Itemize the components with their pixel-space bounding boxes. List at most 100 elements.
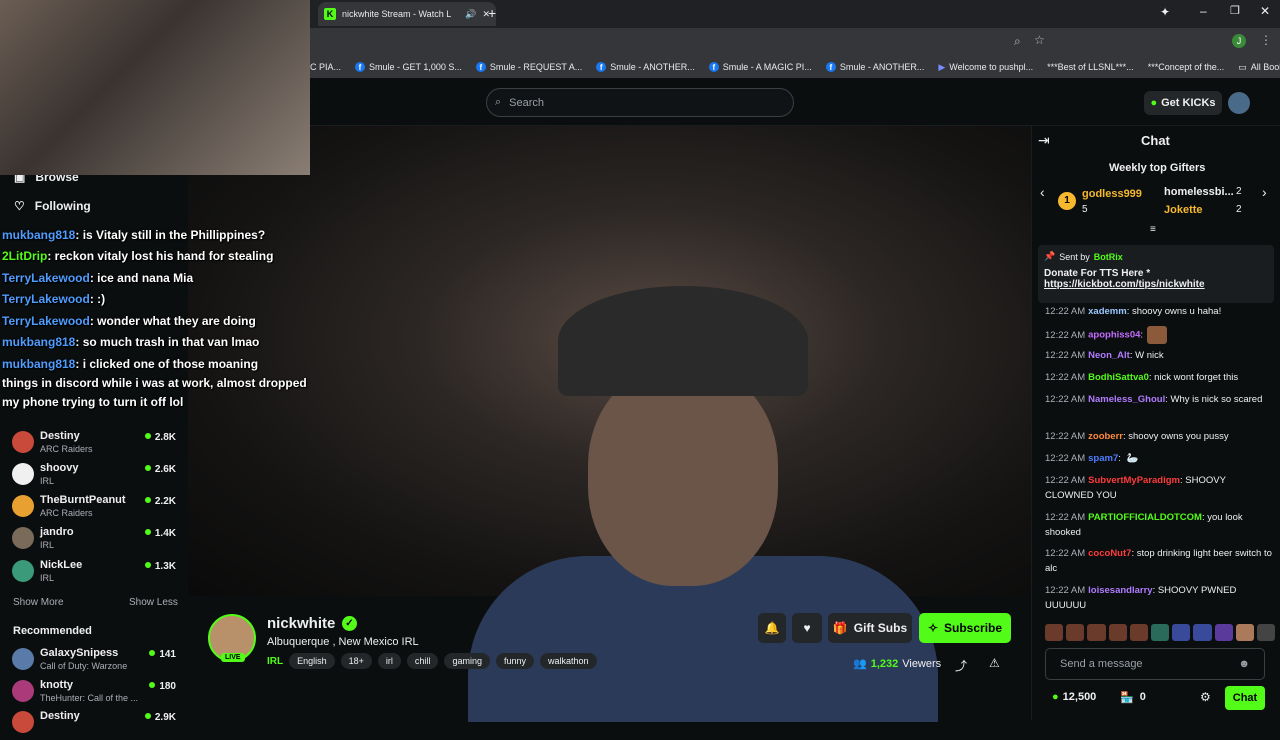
emote[interactable] — [1193, 624, 1212, 641]
bookmark[interactable]: C PIA... — [310, 62, 341, 72]
pin-icon: 📌 — [1044, 251, 1056, 261]
tag[interactable]: 18+ — [340, 653, 372, 669]
sidebar-channel[interactable]: jandro IRL 1.4K — [12, 524, 182, 556]
all-bookmarks[interactable]: ▭All Bookmarks — [1238, 62, 1280, 73]
tag[interactable]: funny — [495, 653, 534, 669]
chat-message: 12:22 AM apophiss04: — [1045, 326, 1273, 344]
bookmark[interactable]: f Smule - A MAGIC PI... — [708, 62, 812, 72]
bookmark[interactable]: f Smule - REQUEST A... — [475, 62, 582, 72]
chevron-left-icon[interactable]: ‹ — [1040, 184, 1045, 200]
overlay-chat-line: my phone trying to turn it off lol — [2, 395, 184, 409]
gift-subs-button[interactable]: 🎁 Gift Subs — [828, 613, 912, 643]
expand-gifters-icon[interactable]: ≡ — [1150, 224, 1156, 235]
subscribe-button[interactable]: ✧ Subscribe — [919, 613, 1011, 643]
heart-icon: ♥ — [803, 621, 811, 635]
emote-bar[interactable] — [1045, 624, 1276, 642]
bookmark[interactable]: ▶ Welcome to pushpl... — [938, 62, 1033, 73]
sidebar-channel[interactable]: Destiny 2.9K — [12, 708, 182, 740]
emote[interactable] — [1087, 624, 1106, 641]
chat-send-button[interactable]: Chat — [1225, 686, 1265, 710]
emote[interactable] — [1108, 624, 1127, 641]
emote[interactable] — [1214, 624, 1233, 641]
emote[interactable] — [1129, 624, 1148, 641]
weekly-gifters-title: Weekly top Gifters — [1109, 162, 1206, 174]
bookmark[interactable]: f Smule - ANOTHER... — [596, 62, 695, 72]
recommended-heading: Recommended — [13, 625, 92, 637]
sidebar-channel[interactable]: GalaxySnipess Call of Duty: Warzone 141 — [12, 645, 182, 677]
category-link[interactable]: IRL — [267, 656, 283, 667]
channel-points[interactable]: 🏪 0 — [1120, 691, 1146, 704]
minimize-icon[interactable]: – — [1200, 4, 1207, 18]
store-icon: 🏪 — [1120, 692, 1134, 704]
sidebar-channel[interactable]: TheBurntPeanut ARC Raiders 2.2K — [12, 492, 182, 524]
chat-message: 12:22 AM PARTIOFFICIALDOTCOM: you look sh… — [1045, 512, 1243, 538]
bookmark[interactable]: ***Concept of the... — [1148, 62, 1225, 72]
get-kicks-button[interactable]: ● Get KICKs — [1144, 91, 1222, 115]
nav-following[interactable]: ♡ Following — [14, 199, 91, 213]
user-avatar[interactable] — [1228, 92, 1250, 114]
gifter-name[interactable]: Jokette — [1164, 204, 1203, 216]
facebook-icon: f — [825, 62, 836, 72]
pushpull-icon: ▶ — [938, 61, 946, 72]
profile-icon[interactable]: J — [1232, 34, 1246, 48]
notification-bell-button[interactable]: 🔔 — [758, 613, 786, 643]
bookmark[interactable]: f Smule - GET 1,000 S... — [355, 62, 462, 72]
gifter-name[interactable]: homelessbi... — [1164, 186, 1234, 198]
sidebar-channel[interactable]: Destiny ARC Raiders 2.8K — [12, 428, 182, 460]
chat-message: 12:22 AM xademm: shoovy owns u haha! — [1045, 306, 1222, 317]
gifter-count: 2 — [1236, 186, 1242, 197]
sidebar-channel[interactable]: knotty TheHunter: Call of the ... 180 — [12, 677, 182, 709]
audio-icon[interactable]: 🔊 — [465, 9, 476, 20]
menu-icon[interactable]: ⋮ — [1260, 33, 1272, 47]
share-icon[interactable]: ⤴ — [955, 657, 967, 674]
star-icon[interactable]: ✦ — [1160, 5, 1170, 19]
follow-button[interactable]: ♥ — [792, 613, 822, 643]
tag[interactable]: gaming — [444, 653, 490, 669]
tag[interactable]: English — [289, 653, 335, 669]
kicks-balance[interactable]: ● 12,500 — [1052, 691, 1096, 703]
tag[interactable]: walkathon — [540, 653, 597, 669]
avatar — [12, 711, 34, 733]
chat-input[interactable]: Send a message ☻ — [1045, 648, 1265, 680]
sidebar-channel[interactable]: NickLee IRL 1.3K — [12, 557, 182, 589]
new-tab-icon[interactable]: + — [488, 5, 496, 21]
show-less-link[interactable]: Show Less — [129, 597, 178, 608]
video-player[interactable] — [188, 126, 1031, 722]
viewers-icon: 👥 — [853, 658, 867, 670]
emote[interactable] — [1256, 624, 1276, 641]
zoom-icon[interactable]: ⌕ — [1014, 34, 1021, 49]
tag[interactable]: irl — [377, 653, 401, 669]
bookmark-star-icon[interactable]: ☆ — [1034, 33, 1045, 47]
window-close-icon[interactable]: ✕ — [1260, 4, 1270, 18]
search-icon: ⌕ — [495, 96, 502, 108]
emote[interactable] — [1235, 624, 1254, 641]
video-subject-face — [588, 366, 778, 586]
bookmark[interactable]: ***Best of LLSNL***... — [1047, 62, 1134, 72]
tag[interactable]: chill — [406, 653, 439, 669]
address-bar[interactable]: ⌕ ☆ J ⋮ — [310, 28, 1280, 56]
bookmark[interactable]: f Smule - ANOTHER... — [825, 62, 924, 72]
chat-message: 12:22 AM zooberr: shoovy owns you pussy — [1045, 431, 1229, 442]
pinned-link[interactable]: https://kickbot.com/tips/nickwhite — [1044, 279, 1268, 290]
collapse-chat-icon[interactable]: ⇥ — [1038, 132, 1050, 149]
settings-icon[interactable]: ⚙ — [1200, 690, 1211, 704]
emote[interactable] — [1150, 624, 1170, 641]
gifter-name[interactable]: godless999 — [1082, 188, 1142, 200]
chevron-right-icon[interactable]: › — [1262, 184, 1267, 200]
stream-title: Albuquerque , New Mexico IRL — [267, 636, 419, 648]
streamer-name[interactable]: nickwhite — [267, 615, 335, 632]
emote: 🦢 — [1126, 453, 1139, 464]
emote[interactable] — [1045, 624, 1064, 641]
sidebar-channel[interactable]: shoovy IRL 2.6K — [12, 460, 182, 492]
browser-tab[interactable]: K nickwhite Stream - Watch L 🔊 ✕ — [318, 2, 496, 26]
search-input[interactable]: ⌕ Search — [486, 88, 794, 117]
report-icon[interactable]: ⚠ — [989, 656, 1000, 670]
kicks-icon: ● — [1150, 97, 1158, 109]
emote[interactable] — [1172, 624, 1191, 641]
show-more-link[interactable]: Show More — [13, 597, 64, 608]
restore-icon[interactable]: ❐ — [1230, 4, 1240, 17]
star-icon: ✧ — [927, 621, 939, 635]
emoji-icon[interactable]: ☻ — [1238, 658, 1250, 670]
emote[interactable] — [1066, 624, 1085, 641]
gifter-count: 2 — [1236, 204, 1242, 215]
